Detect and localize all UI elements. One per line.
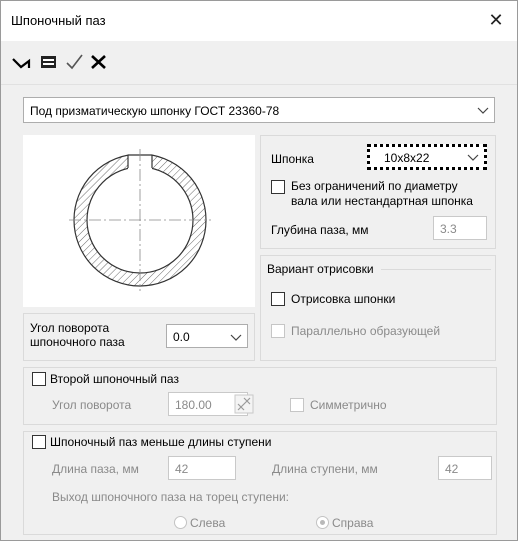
key-panel: Шпонка 10x8x22 Без ограничений по диамет…: [260, 135, 496, 249]
rotation-label-1: Угол поворота: [30, 321, 110, 335]
slot-type-combo[interactable]: Под призматическую шпонку ГОСТ 23360-78: [23, 97, 495, 123]
rotation-angle-value: 0.0: [173, 330, 190, 344]
depth-label: Глубина паза, мм: [271, 223, 369, 237]
shaft-section-drawing: [69, 149, 211, 291]
unlimited-label-1: Без ограничений по диаметру: [291, 179, 458, 193]
checkmark-icon[interactable]: [65, 51, 85, 73]
exit-label: Выход шпоночного паза на торец ступени:: [52, 490, 289, 504]
chevron-down-icon: [230, 334, 242, 341]
key-size-value: 10x8x22: [384, 151, 430, 165]
second-slot-group: Второй шпоночный паз Угол поворота 180.0…: [23, 367, 497, 425]
close-button[interactable]: ✕: [483, 7, 509, 33]
window-title: Шпоночный паз: [11, 13, 106, 28]
dialog-window: Шпоночный паз ✕ Под призматическую шпонк…: [0, 0, 518, 541]
save-icon[interactable]: [39, 51, 59, 73]
second-angle-label: Угол поворота: [52, 398, 132, 412]
rotation-label-2: шпоночного паза: [30, 335, 125, 349]
parallel-checkbox[interactable]: [271, 324, 285, 338]
slot-type-value: Под призматическую шпонку ГОСТ 23360-78: [30, 104, 280, 118]
second-slot-label: Второй шпоночный паз: [50, 372, 179, 386]
angle-picker-icon[interactable]: [234, 394, 254, 414]
symmetric-checkbox[interactable]: [290, 398, 304, 412]
symmetric-label: Симметрично: [310, 398, 387, 412]
parallel-label: Параллельно образующей: [291, 324, 441, 338]
key-label: Шпонка: [271, 152, 314, 166]
step-length-field[interactable]: 42: [438, 456, 492, 480]
slot-preview: [23, 135, 255, 307]
depth-field[interactable]: 3.3: [433, 216, 487, 240]
group-separator: [381, 269, 491, 270]
short-slot-label: Шпоночный паз меньше длины ступени: [50, 435, 272, 449]
draw-key-label: Отрисовка шпонки: [291, 292, 396, 306]
slot-length-label: Длина паза, мм: [52, 462, 139, 476]
toolbar: [1, 41, 517, 85]
draw-variant-group: Вариант отрисовки Отрисовка шпонки Парал…: [260, 255, 496, 361]
left-radio[interactable]: [174, 516, 187, 529]
right-radio-label: Справа: [332, 516, 374, 530]
rotation-panel: Угол поворота шпоночного паза 0.0: [23, 313, 255, 361]
key-size-combo[interactable]: 10x8x22: [367, 144, 487, 170]
step-length-value: 42: [445, 462, 459, 476]
short-slot-checkbox[interactable]: [32, 435, 46, 449]
slot-length-value: 42: [175, 462, 189, 476]
chevron-down-icon: [467, 154, 479, 161]
step-length-label: Длина ступени, мм: [272, 462, 378, 476]
unlimited-checkbox[interactable]: [271, 180, 285, 194]
rotation-angle-combo[interactable]: 0.0: [166, 324, 248, 348]
second-slot-checkbox[interactable]: [32, 372, 46, 386]
create-arrow-icon[interactable]: [11, 51, 31, 73]
left-radio-label: Слева: [190, 516, 226, 530]
title-bar: Шпоночный паз ✕: [1, 1, 517, 41]
second-angle-value: 180.00: [175, 398, 212, 412]
cross-icon[interactable]: [89, 51, 109, 73]
short-slot-group: Шпоночный паз меньше длины ступени Длина…: [23, 431, 497, 535]
unlimited-label-2: вала или нестандартная шпонка: [291, 194, 473, 208]
depth-value: 3.3: [440, 222, 457, 236]
draw-key-checkbox[interactable]: [271, 292, 285, 306]
slot-length-field[interactable]: 42: [168, 456, 236, 480]
draw-variant-label: Вариант отрисовки: [267, 262, 374, 276]
chevron-down-icon: [477, 107, 489, 114]
right-radio[interactable]: [316, 516, 329, 529]
